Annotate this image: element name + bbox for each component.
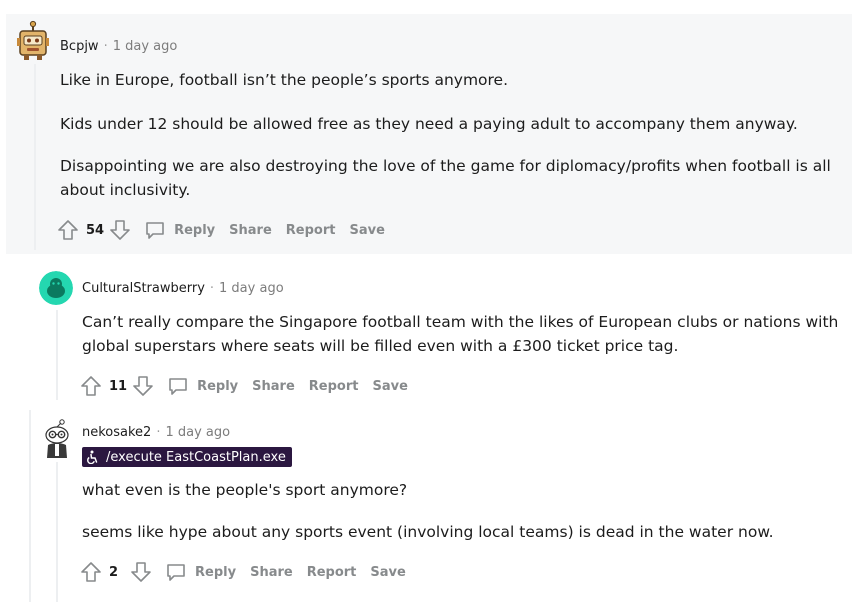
speech-bubble-icon — [167, 564, 185, 581]
comment-paragraph: Kids under 12 should be allowed free as … — [60, 115, 798, 133]
save-button[interactable]: Save — [373, 379, 408, 394]
comment-paragraph: Like in Europe, football isn’t the peopl… — [60, 71, 509, 89]
downvote-icon[interactable] — [129, 560, 153, 584]
share-button[interactable]: Share — [252, 379, 295, 394]
share-button[interactable]: Share — [229, 223, 272, 238]
comment-body: what even is the people's sport anymore?… — [82, 478, 852, 544]
reply-button[interactable]: Reply — [144, 219, 215, 241]
upvote-icon[interactable] — [56, 218, 80, 242]
comment-meta: nekosake2 · 1 day ago — [82, 425, 230, 440]
comment-thread: Bcpjw · 1 day ago Like in Europe, footba… — [0, 0, 862, 602]
report-button[interactable]: Report — [309, 379, 359, 394]
thread-line[interactable] — [34, 64, 36, 250]
timestamp[interactable]: 1 day ago — [165, 425, 230, 440]
reply-label: Reply — [174, 222, 216, 238]
snoo-glasses-avatar-icon — [45, 419, 69, 458]
report-button[interactable]: Report — [286, 223, 336, 238]
downvote-icon[interactable] — [131, 374, 155, 398]
reply-button[interactable]: Reply — [167, 375, 238, 397]
thread-line[interactable] — [56, 462, 58, 602]
flair-text: /execute EastCoastPlan.exe — [106, 449, 286, 465]
separator-dot: · — [103, 39, 108, 54]
reply-button[interactable]: Reply — [165, 561, 236, 583]
robot-avatar-icon — [17, 20, 49, 60]
comment-body: Can’t really compare the Singapore footb… — [82, 310, 852, 358]
comment-paragraph: seems like hype about any sports event (… — [82, 523, 774, 541]
reply-label: Reply — [195, 564, 237, 580]
vote-score: 54 — [86, 222, 105, 238]
comment-actions: 54 Reply Share Report Save — [56, 216, 385, 244]
comment-meta: CulturalStrawberry · 1 day ago — [82, 281, 284, 296]
share-button[interactable]: Share — [250, 565, 293, 580]
upvote-icon[interactable] — [79, 560, 103, 584]
accessibility-icon — [86, 450, 100, 464]
avatar[interactable] — [39, 271, 73, 305]
separator-dot: · — [209, 281, 215, 296]
snoo-avatar-icon — [39, 271, 73, 305]
vote-score: 2 — [109, 564, 119, 580]
avatar[interactable] — [15, 20, 51, 62]
upvote-icon[interactable] — [79, 374, 103, 398]
separator-dot: · — [156, 425, 161, 440]
speech-bubble-icon — [169, 378, 187, 395]
timestamp[interactable]: 1 day ago — [113, 39, 178, 54]
comment-paragraph: what even is the people's sport anymore? — [82, 481, 408, 499]
avatar[interactable] — [40, 418, 74, 460]
username[interactable]: nekosake2 — [82, 425, 151, 440]
timestamp[interactable]: 1 day ago — [219, 281, 284, 296]
comment-paragraph: Can’t really compare the Singapore footb… — [82, 313, 839, 355]
comment-actions: 2 Reply Share Report Save — [79, 558, 406, 586]
save-button[interactable]: Save — [370, 565, 405, 580]
thread-line[interactable] — [29, 410, 31, 602]
username[interactable]: Bcpjw — [60, 39, 99, 54]
user-flair: /execute EastCoastPlan.exe — [82, 447, 292, 467]
comment-paragraph: Disappointing we are also destroying the… — [60, 157, 831, 199]
vote-score: 11 — [109, 378, 128, 394]
thread-line[interactable] — [56, 310, 58, 400]
comment-actions: 11 Reply Share Report Save — [79, 372, 408, 400]
report-button[interactable]: Report — [307, 565, 357, 580]
username[interactable]: CulturalStrawberry — [82, 281, 205, 296]
downvote-icon[interactable] — [108, 218, 132, 242]
comment-meta: Bcpjw · 1 day ago — [60, 39, 177, 54]
speech-bubble-icon — [146, 222, 164, 239]
reply-label: Reply — [197, 378, 239, 394]
comment-body: Like in Europe, football isn’t the peopl… — [60, 68, 850, 202]
save-button[interactable]: Save — [350, 223, 385, 238]
